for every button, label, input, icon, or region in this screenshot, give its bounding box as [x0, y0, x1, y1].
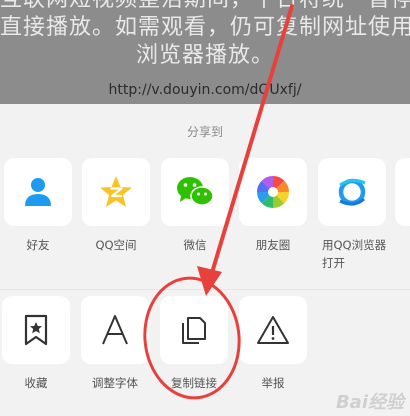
adjust-font-button[interactable]: 调整字体	[79, 296, 151, 392]
person-icon	[25, 178, 51, 206]
copy-link-tile	[160, 296, 228, 364]
baidu-jingyan-watermark: Bai经验	[335, 392, 404, 413]
adjust-font-label: 调整字体	[92, 376, 138, 390]
dimmed-background: 互联网短视频整治期间，平台将统一暂停 直接播放。如需观看，仍可复制网址使用 浏览…	[0, 0, 410, 104]
favorite-button[interactable]: 收藏	[0, 296, 72, 392]
qq-browser-icon	[338, 178, 366, 206]
share-sheet: 分享到 好友 QQ空间 微信 朋友圈 用QQ浏览器打开 收藏 调整字体 复制链接…	[0, 104, 410, 416]
share-wechat-label: 微信	[183, 238, 207, 252]
background-line-3: 浏览器播放。	[135, 43, 274, 68]
share-friend-label: 好友	[26, 238, 50, 252]
copy-link-label: 复制链接	[171, 376, 217, 390]
share-wechat-button[interactable]: 微信	[159, 158, 231, 254]
report-button[interactable]: 举报	[237, 296, 309, 392]
copy-link-button[interactable]: 复制链接	[158, 296, 230, 392]
row-divider	[0, 289, 410, 290]
favorite-label: 收藏	[24, 376, 48, 390]
wechat-icon	[177, 177, 214, 206]
background-line-2: 直接播放。如需观看，仍可复制网址使用	[0, 15, 410, 40]
favorite-tile	[2, 296, 70, 364]
share-moments-label: 朋友圈	[255, 238, 291, 252]
share-moments-button[interactable]: 朋友圈	[237, 158, 309, 254]
background-line-1: 互联网短视频整治期间，平台将统一暂停	[0, 0, 410, 14]
moments-aperture-icon	[257, 176, 289, 208]
open-qq-browser-label: 用QQ浏览器打开	[322, 238, 387, 270]
copy-icon	[182, 317, 206, 344]
warning-triangle-icon	[257, 316, 289, 344]
share-qzone-label: QQ空间	[95, 238, 137, 252]
adjust-font-tile	[81, 296, 149, 364]
share-wechat-tile	[161, 158, 229, 226]
bookmark-star-icon	[24, 314, 48, 346]
report-label: 举报	[261, 376, 285, 390]
open-qq-browser-button[interactable]: 用QQ浏览器打开	[316, 158, 388, 272]
background-message: 互联网短视频整治期间，平台将统一暂停 直接播放。如需观看，仍可复制网址使用 浏览…	[0, 0, 410, 70]
qzone-star-icon	[100, 176, 132, 207]
share-qzone-button[interactable]: QQ空间	[80, 158, 152, 254]
report-tile	[239, 296, 307, 364]
share-qzone-tile	[82, 158, 150, 226]
share-friend-tile	[4, 158, 72, 226]
share-friend-button[interactable]: 好友	[2, 158, 74, 254]
open-qq-browser-tile	[318, 158, 386, 226]
share-moments-tile	[239, 158, 307, 226]
share-sheet-title: 分享到	[186, 125, 223, 139]
next-item-edge-tile[interactable]	[395, 158, 410, 226]
font-a-icon	[102, 315, 128, 345]
video-url: http://v.douyin.com/dQUxfj/	[108, 82, 302, 98]
